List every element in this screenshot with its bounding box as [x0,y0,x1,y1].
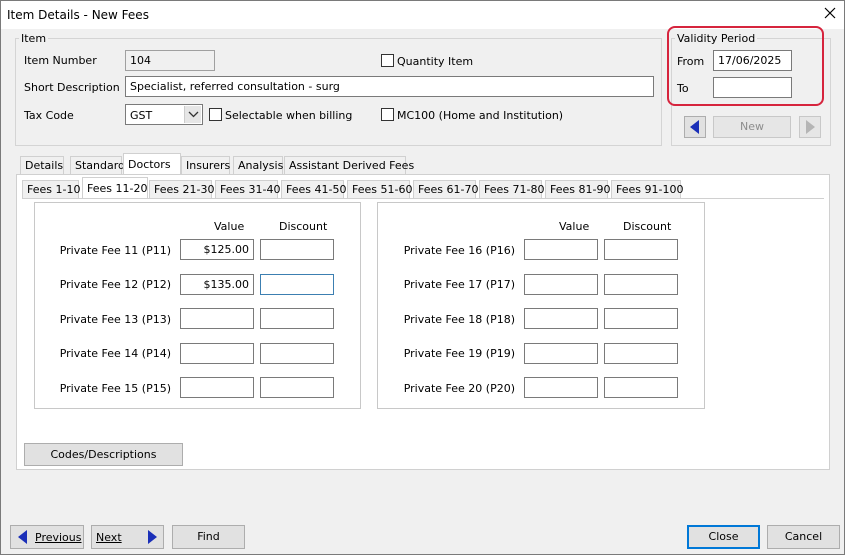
next-button[interactable]: Next [91,525,164,549]
close-icon[interactable] [822,5,838,21]
discount-header-right: Discount [623,220,672,233]
fee-tab-41-50[interactable]: Fees 41-50 [281,180,346,198]
item-number-label: Item Number [24,54,97,67]
fee-label-p19: Private Fee 19 (P19) [403,347,515,360]
fee-discount-p17[interactable] [604,274,678,295]
fee-value-p16[interactable] [524,239,598,260]
item-number-field[interactable]: 104 [125,50,215,71]
find-button[interactable]: Find [172,525,245,549]
fee-value-p13[interactable] [180,308,254,329]
fee-tab-1-10[interactable]: Fees 1-10 [22,180,80,198]
fee-label-p16: Private Fee 16 (P16) [403,244,515,257]
fee-label-p20: Private Fee 20 (P20) [403,382,515,395]
short-description-field[interactable]: Specialist, referred consultation - surg [125,76,654,97]
mc100-checkbox[interactable] [381,108,394,121]
triangle-right-icon [148,530,157,544]
fee-tab-line [22,198,824,199]
fee-label-p11: Private Fee 11 (P11) [59,244,171,257]
fee-label-p15: Private Fee 15 (P15) [59,382,171,395]
quantity-item-label: Quantity Item [397,55,474,68]
triangle-left-icon [690,120,699,134]
new-validity-button[interactable]: New [713,116,791,138]
validity-highlight [667,26,824,106]
tab-doctors[interactable]: Doctors [123,153,181,174]
item-group-label: Item [19,32,49,45]
fee-label-p18: Private Fee 18 (P18) [403,313,515,326]
tab-insurers[interactable]: Insurers [181,156,230,174]
fee-discount-p12[interactable] [260,274,334,295]
validity-prev-button[interactable] [684,116,706,138]
window-title: Item Details - New Fees [7,8,149,22]
chevron-down-icon [188,111,199,118]
fee-discount-p11[interactable] [260,239,334,260]
fee-discount-p16[interactable] [604,239,678,260]
fee-value-p11[interactable]: $125.00 [180,239,254,260]
next-label: Next [96,531,122,544]
fee-tab-21-30[interactable]: Fees 21-30 [149,180,214,198]
fee-value-p20[interactable] [524,377,598,398]
title-bar: Item Details - New Fees [1,1,844,29]
fee-discount-p13[interactable] [260,308,334,329]
fee-label-p12: Private Fee 12 (P12) [59,278,171,291]
tax-code-select[interactable]: GST [125,104,203,125]
fee-value-p14[interactable] [180,343,254,364]
fee-discount-p14[interactable] [260,343,334,364]
quantity-item-checkbox[interactable] [381,54,394,67]
fee-tab-91-100[interactable]: Fees 91-100 [611,180,683,198]
value-header-right: Value [559,220,590,233]
fee-discount-p19[interactable] [604,343,678,364]
fee-value-p18[interactable] [524,308,598,329]
fee-value-p17[interactable] [524,274,598,295]
fee-discount-p20[interactable] [604,377,678,398]
tab-standard[interactable]: Standard [70,156,125,174]
previous-label: Previous [35,531,82,544]
tab-analysis[interactable]: Analysis [233,156,283,174]
fee-discount-p15[interactable] [260,377,334,398]
discount-header-left: Discount [279,220,328,233]
fee-tab-71-80[interactable]: Fees 71-80 [479,180,544,198]
fee-tab-strip: Fees 1-10 Fees 11-20 Fees 21-30 Fees 31-… [22,177,782,198]
mc100-label: MC100 (Home and Institution) [397,109,564,122]
value-header-left: Value [214,220,245,233]
fee-tab-11-20[interactable]: Fees 11-20 [82,177,148,198]
cancel-button[interactable]: Cancel [767,525,840,549]
close-button[interactable]: Close [687,525,760,549]
validity-next-button[interactable] [799,116,821,138]
codes-descriptions-button[interactable]: Codes/Descriptions [24,443,183,466]
fee-discount-p18[interactable] [604,308,678,329]
fee-label-p13: Private Fee 13 (P13) [59,313,171,326]
main-tab-strip: Details Standard Doctors Insurers Analys… [20,153,820,174]
fee-tab-31-40[interactable]: Fees 31-40 [215,180,280,198]
fee-label-p17: Private Fee 17 (P17) [403,278,515,291]
short-description-label: Short Description [24,81,120,94]
item-details-window: Item Details - New Fees Item Item Number… [0,0,845,555]
tab-details[interactable]: Details [20,156,64,174]
triangle-left-icon [18,530,27,544]
fee-label-p14: Private Fee 14 (P14) [59,347,171,360]
tab-assistant-derived-fees[interactable]: Assistant Derived Fees [284,156,414,174]
tax-code-dropdown-button[interactable] [184,106,201,123]
fee-tab-81-90[interactable]: Fees 81-90 [545,180,610,198]
tax-code-label: Tax Code [24,109,74,122]
fee-tab-51-60[interactable]: Fees 51-60 [347,180,412,198]
fee-value-p15[interactable] [180,377,254,398]
fee-value-p19[interactable] [524,343,598,364]
fee-tab-61-70[interactable]: Fees 61-70 [413,180,478,198]
previous-button[interactable]: Previous [10,525,84,549]
tax-code-value: GST [130,109,153,122]
fee-value-p12[interactable]: $135.00 [180,274,254,295]
selectable-billing-label: Selectable when billing [225,109,353,122]
triangle-right-icon [806,120,815,134]
selectable-billing-checkbox[interactable] [209,108,222,121]
